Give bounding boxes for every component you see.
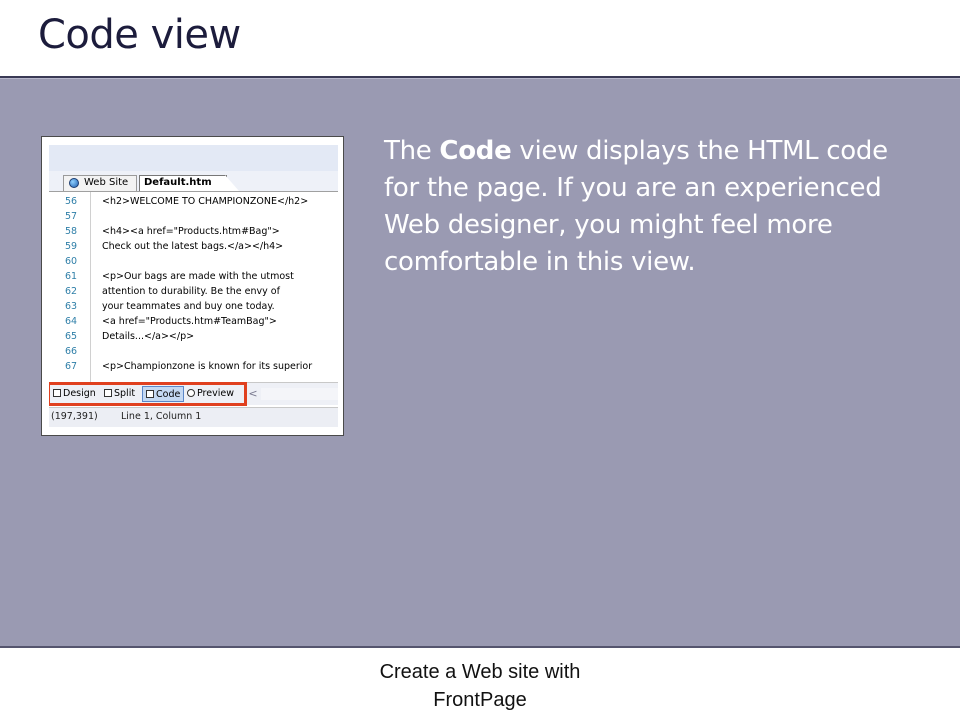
code-line: 56 <h2>WELCOME TO CHAMPIONZONE</h2> [49,194,338,209]
code-text: <p>Our bags are made with the utmost [102,271,294,282]
line-number: 56 [65,196,78,207]
code-line: 64 <a href="Products.htm#TeamBag"> [49,314,338,329]
code-editor[interactable]: 56 <h2>WELCOME TO CHAMPIONZONE</h2> 57 58… [49,192,338,382]
tab-edge [225,175,239,191]
line-number: 59 [65,241,78,252]
footer-line-1: Create a Web site with [379,661,581,683]
tab-default-htm[interactable]: Default.htm [139,175,227,191]
code-text: <a href="Products.htm#TeamBag"> [102,316,277,327]
slide-title: Code view [38,12,241,58]
code-text: <h2>WELCOME TO CHAMPIONZONE</h2> [102,196,309,207]
line-number: 62 [65,286,78,297]
tab-web-site[interactable]: Web Site [63,175,137,191]
tab-default-htm-label: Default.htm [144,177,212,188]
scroll-left-arrow[interactable]: < [246,386,260,402]
code-text: attention to durability. Be the envy of [102,286,280,297]
code-line: 66 [49,344,338,359]
body-text-prefix: The [384,136,440,166]
line-number: 63 [65,301,78,312]
body-text: The Code view displays the HTML code for… [384,133,904,281]
line-number: 60 [65,256,78,267]
slide-footer: Create a Web site with FrontPage [0,658,960,714]
view-buttons-highlight [49,382,247,406]
code-line: 62 attention to durability. Be the envy o… [49,284,338,299]
code-line: 63 your teammates and buy one today. [49,299,338,314]
line-number: 66 [65,346,78,357]
code-line: 58 <h4><a href="Products.htm#Bag"> [49,224,338,239]
code-text: <h4><a href="Products.htm#Bag"> [102,226,280,237]
line-number: 58 [65,226,78,237]
code-line: 61 <p>Our bags are made with the utmost [49,269,338,284]
document-tabs: Web Site Default.htm [49,171,338,192]
code-line: 65 Details...</a></p> [49,329,338,344]
code-text: Details...</a></p> [102,331,195,342]
code-line: 67 <p>Championzone is known for its super… [49,359,338,374]
status-bar: (197,391) Line 1, Column 1 [49,407,338,427]
globe-icon [69,178,79,188]
code-line: 59 Check out the latest bags.</a></h4> [49,239,338,254]
code-line: 57 [49,209,338,224]
code-text: <p>Championzone is known for its superio… [102,361,313,372]
line-number: 67 [65,361,78,372]
frontpage-screenshot: Web Site Default.htm 56 <h2>WELCOME TO CH… [41,136,344,436]
toolbar-area [49,145,338,171]
code-text: Check out the latest bags.</a></h4> [102,241,284,252]
footer-line-2: FrontPage [433,689,527,711]
tab-web-site-label: Web Site [84,177,129,188]
line-number: 64 [65,316,78,327]
code-text: your teammates and buy one today. [102,301,275,312]
status-coordinates: (197,391) [51,411,98,422]
line-number: 57 [65,211,78,222]
line-number: 61 [65,271,78,282]
screenshot-window: Web Site Default.htm 56 <h2>WELCOME TO CH… [49,145,338,427]
horizontal-scrollbar[interactable] [261,388,338,400]
status-line-column: Line 1, Column 1 [121,411,202,422]
code-line: 60 [49,254,338,269]
body-text-bold: Code [439,136,512,166]
line-number: 65 [65,331,78,342]
